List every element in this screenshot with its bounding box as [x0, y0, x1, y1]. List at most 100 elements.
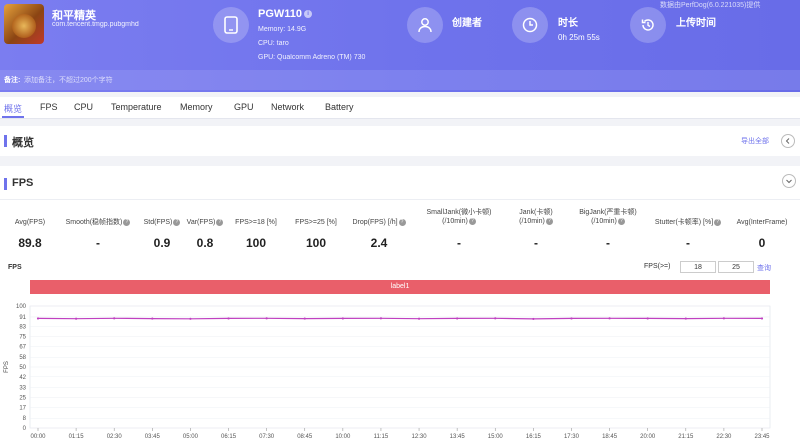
fps-threshold-1-input[interactable]: [680, 261, 716, 273]
fps-section: FPS Avg(FPS) 89.8 Smooth(稳帧指数)? - Std(FPS)? 0…: [0, 166, 800, 441]
fps-data-point: [760, 317, 764, 320]
collapse-overview-button[interactable]: [781, 134, 795, 148]
app-icon: [4, 4, 44, 44]
x-tick-label: 01:15: [69, 434, 85, 440]
x-tick-label: 20:00: [640, 434, 656, 440]
x-tick-label: 22:30: [716, 434, 732, 440]
label-bar[interactable]: label1: [30, 280, 770, 294]
fps-data-point: [722, 317, 725, 320]
fps-data-point: [570, 317, 573, 320]
y-tick-label: 50: [19, 365, 26, 371]
x-tick-label: 13:45: [450, 434, 466, 440]
x-tick-label: 11:15: [374, 434, 389, 440]
remark-bar: 备注:: [0, 70, 800, 90]
metric-label: Drop(FPS) [/h]?: [334, 218, 424, 227]
y-tick-label: 25: [19, 396, 26, 402]
metric-value: -: [534, 236, 538, 250]
fps-data-point: [684, 317, 687, 320]
y-tick-label: 33: [19, 386, 26, 392]
section-marker: [4, 135, 7, 147]
help-icon[interactable]: ?: [398, 218, 406, 226]
metric-label: BigJank(严重卡顿) (/10min)?: [579, 209, 637, 225]
fps-data-point: [151, 317, 154, 320]
x-tick-label: 18:45: [602, 434, 618, 440]
x-tick-label: 07:30: [259, 434, 275, 440]
device-memory: Memory: 14.9G: [258, 26, 307, 33]
creator-label: 创建者: [452, 18, 482, 29]
collapse-fps-button[interactable]: [782, 174, 796, 188]
app-package: com.tencent.tmgp.pubgmhd: [52, 21, 139, 28]
fps-threshold-label: FPS(>=): [644, 263, 671, 270]
y-tick-label: 0: [23, 426, 27, 432]
device-gpu: GPU: Qualcomm Adreno (TM) 730: [258, 54, 366, 61]
history-icon: [630, 7, 666, 43]
metric-value: -: [606, 236, 610, 250]
overview-title: 概览: [12, 137, 34, 149]
query-button[interactable]: 查询: [757, 263, 771, 273]
fps-data-point: [417, 317, 421, 320]
fps-data-point: [646, 317, 649, 320]
tab-cpu[interactable]: CPU: [74, 102, 93, 112]
x-tick-label: 21:15: [678, 434, 694, 440]
tab-temperature[interactable]: Temperature: [111, 102, 162, 112]
remark-input[interactable]: [24, 74, 184, 86]
phone-icon: [213, 7, 249, 43]
metric-value: 89.8: [18, 236, 42, 250]
fps-data-point: [608, 317, 611, 320]
user-icon: [407, 7, 443, 43]
y-tick-label: 17: [19, 405, 26, 411]
version-text: 数据由PerfDog(6.0.221035)提供: [660, 2, 761, 9]
x-tick-label: 05:00: [183, 434, 199, 440]
fps-chart[interactable]: 0 8 17 25 33 42 50 58 67 75 83 91 100 FPS 00:00 01:15 02…: [0, 296, 800, 441]
metric-value: -: [686, 236, 690, 250]
metric-value: 100: [245, 236, 267, 250]
info-icon[interactable]: i: [304, 10, 313, 19]
fps-data-point: [189, 317, 192, 320]
x-tick-label: 16:15: [526, 434, 542, 440]
chevron-down-icon: [786, 179, 792, 184]
y-axis-label: FPS: [4, 361, 10, 373]
x-tick-label: 17:30: [564, 434, 580, 440]
x-tick-label: 00:00: [30, 434, 46, 440]
help-icon[interactable]: ?: [617, 217, 625, 225]
metric-label: Avg(InterFrame): [736, 219, 788, 226]
x-tick-label: 02:30: [107, 434, 123, 440]
x-tick-label: 10:00: [335, 434, 351, 440]
metric-value: -: [457, 236, 461, 250]
tab-fps[interactable]: FPS: [40, 102, 58, 112]
chevron-left-icon: [785, 138, 790, 144]
x-tick-label: 06:15: [221, 434, 237, 440]
fps-section-title: FPS: [12, 177, 34, 189]
tab-battery[interactable]: Battery: [325, 102, 354, 112]
export-all-link[interactable]: 导出全部: [741, 136, 769, 146]
upload-time-label: 上传时间: [676, 18, 716, 29]
metric-value: 0: [758, 236, 766, 250]
y-tick-label: 83: [19, 325, 26, 331]
clock-icon: [512, 7, 548, 43]
fps-threshold-2-input[interactable]: [718, 261, 754, 273]
y-tick-label: 8: [23, 416, 27, 422]
x-tick-label: 12:30: [412, 434, 428, 440]
device-name: PGW110 i: [258, 8, 313, 20]
fps-data-point: [227, 317, 230, 320]
duration-value: 0h 25m 55s: [558, 33, 600, 42]
tab-overview[interactable]: 概览: [4, 102, 22, 115]
tab-gpu[interactable]: GPU: [234, 102, 254, 112]
y-tick-label: 100: [16, 304, 27, 310]
x-tick-label: 23:45: [754, 434, 770, 440]
tab-memory[interactable]: Memory: [180, 102, 213, 112]
x-tick-label: 15:00: [488, 434, 504, 440]
help-icon[interactable]: ?: [545, 217, 553, 225]
tab-network[interactable]: Network: [271, 102, 304, 112]
fps-data-point: [36, 317, 40, 320]
divider: [0, 199, 800, 200]
metric-value: -: [96, 236, 100, 250]
fps-series-line: [37, 317, 763, 320]
fps-data-point: [75, 317, 78, 320]
y-tick-label: 91: [19, 315, 26, 321]
active-tab-indicator: [2, 116, 24, 118]
help-icon[interactable]: ?: [468, 217, 476, 225]
y-tick-label: 58: [19, 355, 26, 361]
fps-data-point: [303, 317, 306, 320]
x-tick-label: 03:45: [145, 434, 161, 440]
